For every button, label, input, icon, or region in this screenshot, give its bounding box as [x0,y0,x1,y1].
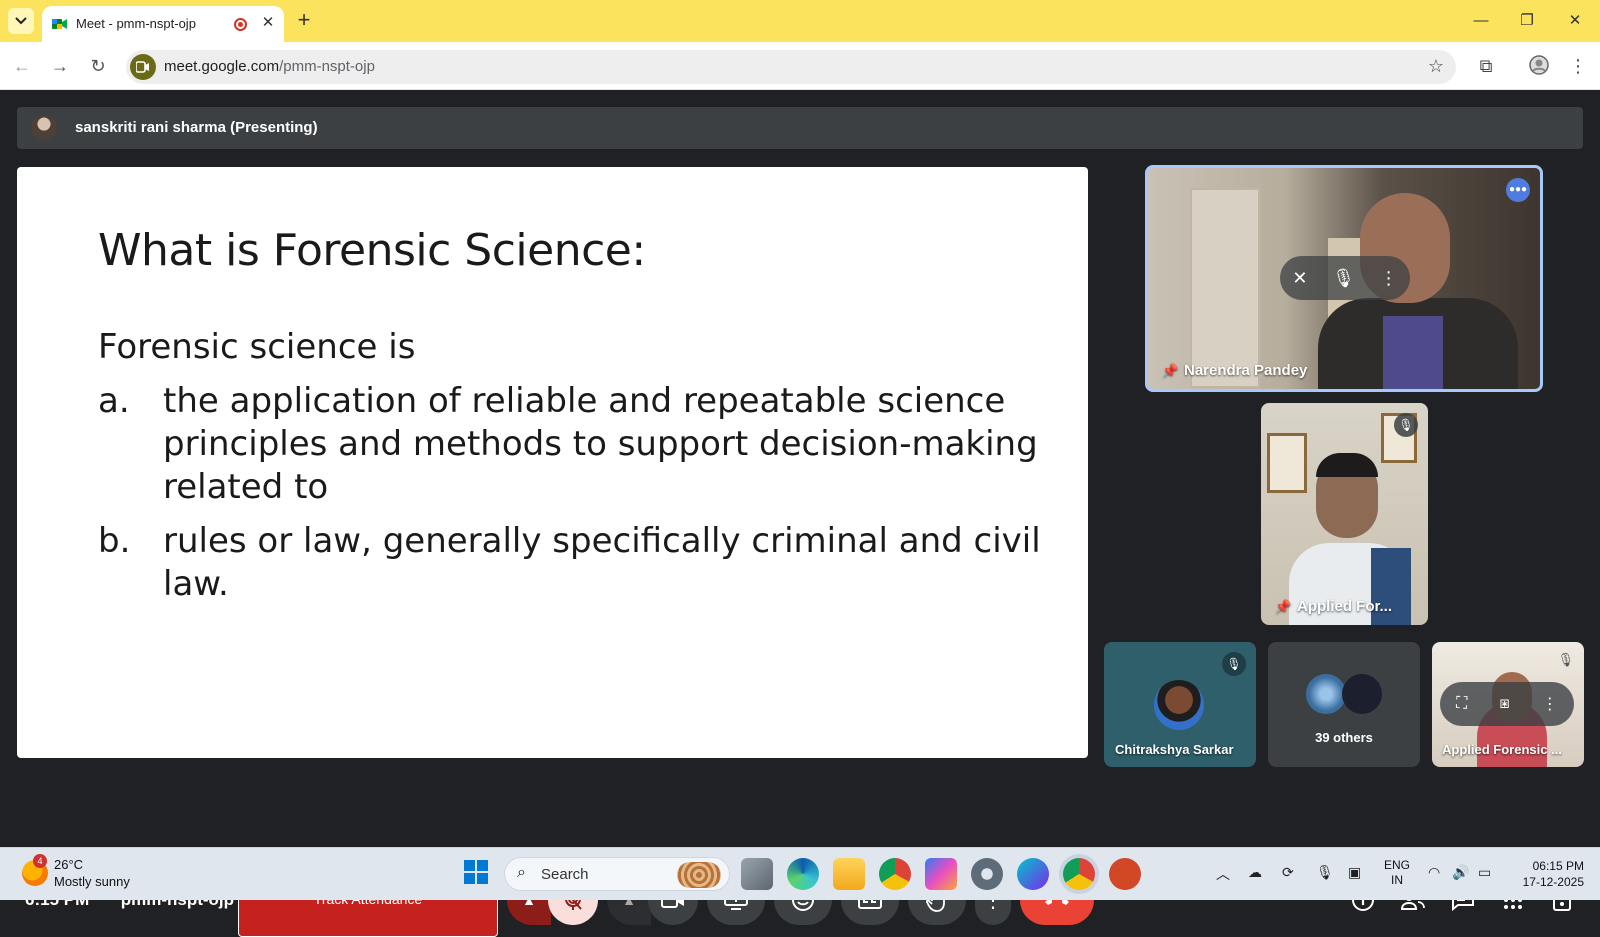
system-clock[interactable]: 06:15 PM 17-12-2025 [1514,858,1584,890]
file-explorer-icon[interactable] [833,858,865,890]
minimize-button[interactable]: — [1470,10,1492,32]
search-highlight-image [677,862,721,888]
address-bar[interactable]: meet.google.com/pmm-nspt-ojp ☆ [126,50,1456,84]
participant-avatar [1154,680,1204,730]
windows-taskbar: 4 26°C Mostly sunny ⌕ Search ︿ ☁ ⟳ 🎙 ▣ E… [0,847,1600,900]
others-count-label: 39 others [1315,730,1373,745]
slide-list-item: a. the application of reliable and repea… [98,380,1058,510]
person-sweater [1383,316,1443,389]
language-indicator[interactable]: ENG IN [1384,858,1410,888]
mic-off-icon: 🎙 [1394,413,1418,437]
new-tab-button[interactable]: + [292,9,316,33]
show-hidden-icons-chevron[interactable]: ︿ [1216,864,1230,884]
windows-start-icon[interactable] [462,858,494,890]
recording-icon [234,18,247,31]
microphone-tray-icon[interactable]: 🎙 [1316,864,1334,881]
edge-browser-icon[interactable] [787,858,819,890]
browser-tab-meet[interactable]: Meet - pmm-nspt-ojp ✕ [42,6,284,42]
participant-tile[interactable]: ⛶ ⧆ ⋮ 🎙 Applied Forensic ... [1432,642,1584,767]
chrome-profile-icon[interactable] [879,858,911,890]
presentation-slide: What is Forensic Science: Forensic scien… [17,167,1088,758]
frame-person-icon[interactable]: ⛶ [1456,695,1467,713]
close-tab-button[interactable]: ✕ [258,13,278,33]
presenter-avatar [31,115,57,141]
region-code: IN [1391,873,1403,887]
others-tile[interactable]: 39 others [1268,642,1420,767]
language-code: ENG [1384,858,1411,872]
slide-intro: Forensic science is [98,327,416,367]
list-text: rules or law, generally specifically cri… [163,521,1041,604]
taskbar-search-box[interactable]: ⌕ Search [504,857,730,891]
pin-icon: 📌 [1162,363,1179,378]
chevron-down-icon [15,17,27,25]
mic-icon[interactable]: 🎙 [1332,268,1355,289]
bookmark-star-icon[interactable]: ☆ [1428,56,1444,77]
list-marker: b. [98,521,131,561]
wifi-icon[interactable]: ◠ [1428,864,1440,881]
participant-name: Applied Forensic ... [1442,742,1562,757]
participant-name: 📌 Narendra Pandey [1162,362,1308,379]
participant-avatar [1342,674,1382,714]
background-door [1190,188,1260,388]
canva-icon[interactable] [1017,858,1049,890]
participant-name: Chitrakshya Sarkar [1115,742,1234,757]
url-text: meet.google.com/pmm-nspt-ojp [164,58,375,75]
tab-title: Meet - pmm-nspt-ojp [76,16,196,31]
participant-name: 📌 Applied For... [1275,598,1393,615]
list-text: the application of reliable and repeatab… [163,381,1038,507]
clock-time: 06:15 PM [1532,859,1584,873]
extensions-icon[interactable]: ⧉ [1474,54,1498,78]
pin-icon: 📌 [1275,599,1292,614]
tile-more-icon[interactable]: ⋮ [1380,268,1398,289]
tile-hover-controls: ⛶ ⧆ ⋮ [1440,682,1574,726]
tile-more-icon[interactable]: ⋮ [1542,694,1558,714]
slide-list-item: b. rules or law, generally specifically … [98,520,1058,610]
forward-button[interactable]: → [48,54,72,78]
background-frame [1267,433,1307,493]
participant-tile-featured[interactable]: ✕ 🎙 ⋮ ●●● 📌 Narendra Pandey [1145,165,1543,392]
site-info-icon[interactable] [130,54,156,80]
battery-icon[interactable]: ▭ [1478,864,1491,881]
task-view-icon[interactable] [741,858,773,890]
participant-tile[interactable]: 🎙 📌 Applied For... [1261,403,1428,625]
mic-off-icon: 🎙 [1222,652,1246,676]
presenting-label: sanskriti rani sharma (Presenting) [75,119,318,136]
onedrive-icon[interactable]: ☁ [1248,864,1262,881]
unpin-icon[interactable]: ✕ [1292,268,1307,289]
participant-tile[interactable]: 🎙 Chitrakshya Sarkar [1104,642,1256,767]
presenting-banner: sanskriti rani sharma (Presenting) [17,107,1583,149]
search-icon: ⌕ [517,864,526,881]
search-label: Search [541,866,589,883]
copilot-icon[interactable] [925,858,957,890]
close-window-button[interactable]: ✕ [1564,10,1586,32]
speaking-indicator-icon: ●●● [1506,178,1530,202]
meet-stage: sanskriti rani sharma (Presenting) What … [0,90,1600,937]
profile-avatar-icon[interactable] [1527,54,1551,78]
chrome-active-icon[interactable] [1063,858,1095,890]
powerpoint-icon[interactable] [1109,858,1141,890]
browser-titlebar: Meet - pmm-nspt-ojp ✕ + — ❐ ✕ [0,0,1600,42]
back-button[interactable]: ← [10,54,34,78]
add-photo-icon[interactable]: ⧆ [1500,695,1510,713]
weather-temperature: 26°C [54,857,84,872]
google-meet-icon [52,19,67,29]
clock-date: 17-12-2025 [1522,875,1584,889]
more-menu-icon[interactable]: ⋮ [1566,54,1590,78]
weather-description: Mostly sunny [54,874,130,889]
settings-gear-icon[interactable] [971,858,1003,890]
slide-title: What is Forensic Science: [98,225,646,276]
browser-toolbar: ← → ↻ meet.google.com/pmm-nspt-ojp ☆ ⧉ ⋮ [0,42,1600,90]
restore-button[interactable]: ❐ [1516,10,1538,32]
meet-now-icon[interactable]: ▣ [1348,864,1361,881]
reload-button[interactable]: ↻ [86,54,110,78]
list-marker: a. [98,381,130,421]
tile-hover-controls: ✕ 🎙 ⋮ [1280,256,1410,300]
participant-avatar [1306,674,1346,714]
sync-icon[interactable]: ⟳ [1282,864,1294,881]
mic-off-icon: 🎙 [1557,652,1574,667]
tab-search-button[interactable] [8,8,34,34]
person-hair [1316,453,1378,477]
weather-alert-badge: 4 [33,854,47,868]
volume-icon[interactable]: 🔊 [1452,864,1469,881]
